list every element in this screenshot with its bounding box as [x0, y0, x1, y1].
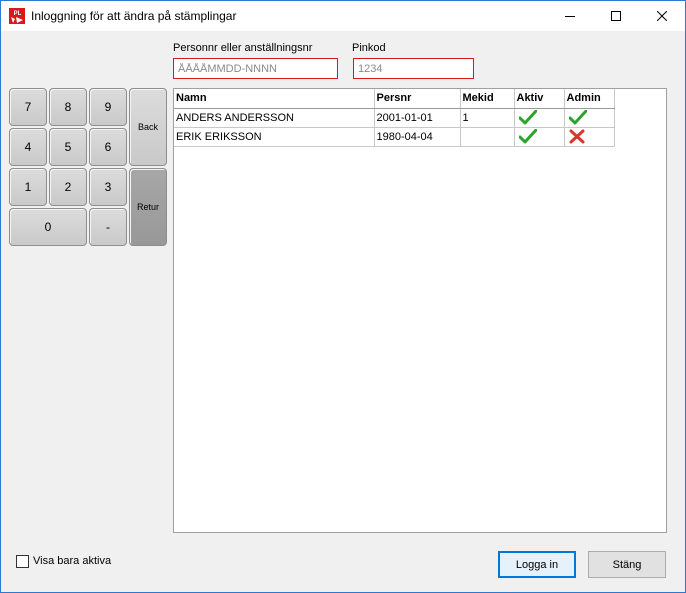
- maximize-button[interactable]: [593, 1, 639, 31]
- cell-namn: ANDERS ANDERSSON: [174, 107, 375, 128]
- cell-aktiv: [513, 107, 565, 128]
- cross-icon: [569, 129, 584, 144]
- cell-persnr: 1980-04-04: [373, 126, 461, 147]
- app-icon: PL: [9, 8, 25, 24]
- col-header-namn[interactable]: Namn: [174, 89, 375, 109]
- pinkod-input[interactable]: [353, 58, 474, 79]
- table-row[interactable]: ERIK ERIKSSON 1980-04-04: [174, 126, 615, 147]
- col-header-persnr[interactable]: Persnr: [373, 89, 461, 109]
- cell-persnr: 2001-01-01: [373, 107, 461, 128]
- col-header-admin[interactable]: Admin: [563, 89, 615, 109]
- key-9[interactable]: 9: [89, 88, 127, 126]
- key-6[interactable]: 6: [89, 128, 127, 166]
- table-row[interactable]: ANDERS ANDERSSON 2001-01-01 1: [174, 107, 615, 128]
- key-7[interactable]: 7: [9, 88, 47, 126]
- cell-namn: ERIK ERIKSSON: [174, 126, 375, 147]
- minimize-button[interactable]: [547, 1, 593, 31]
- key-2[interactable]: 2: [49, 168, 87, 206]
- key-dash[interactable]: -: [89, 208, 127, 246]
- cell-mekid: 1: [459, 107, 515, 128]
- users-table: Namn Persnr Mekid Aktiv Admin ANDERS AND…: [174, 89, 615, 147]
- table-header-row: Namn Persnr Mekid Aktiv Admin: [174, 89, 615, 109]
- key-4[interactable]: 4: [9, 128, 47, 166]
- users-grid[interactable]: Namn Persnr Mekid Aktiv Admin ANDERS AND…: [173, 88, 667, 533]
- key-8[interactable]: 8: [49, 88, 87, 126]
- close-window-button[interactable]: [639, 1, 685, 31]
- maximize-icon: [611, 11, 621, 21]
- key-0[interactable]: 0: [9, 208, 87, 246]
- col-header-mekid[interactable]: Mekid: [459, 89, 515, 109]
- key-1[interactable]: 1: [9, 168, 47, 206]
- check-icon: [568, 110, 587, 125]
- cell-admin: [563, 107, 615, 128]
- title-bar: PL Inloggning för att ändra på stämpling…: [1, 1, 685, 31]
- cell-aktiv: [513, 126, 565, 147]
- show-active-checkbox[interactable]: [16, 555, 29, 568]
- check-icon: [518, 110, 537, 125]
- pinkod-label: Pinkod: [352, 42, 386, 54]
- key-3[interactable]: 3: [89, 168, 127, 206]
- cell-mekid: [459, 126, 515, 147]
- retur-key[interactable]: Retur: [129, 168, 167, 246]
- personnr-input[interactable]: [173, 58, 338, 79]
- login-window: PL Inloggning för att ändra på stämpling…: [0, 0, 686, 593]
- show-active-label[interactable]: Visa bara aktiva: [33, 555, 111, 567]
- minimize-icon: [565, 16, 575, 17]
- window-title: Inloggning för att ändra på stämplingar: [31, 9, 237, 23]
- check-icon: [518, 129, 537, 144]
- app-icon-text: PL: [14, 11, 22, 17]
- personnr-label: Personnr eller anställningsnr: [173, 42, 313, 54]
- back-key[interactable]: Back: [129, 88, 167, 166]
- close-button[interactable]: Stäng: [588, 551, 666, 578]
- login-button[interactable]: Logga in: [498, 551, 576, 578]
- cell-admin: [563, 126, 615, 147]
- close-icon: [657, 11, 667, 21]
- col-header-aktiv[interactable]: Aktiv: [513, 89, 565, 109]
- key-5[interactable]: 5: [49, 128, 87, 166]
